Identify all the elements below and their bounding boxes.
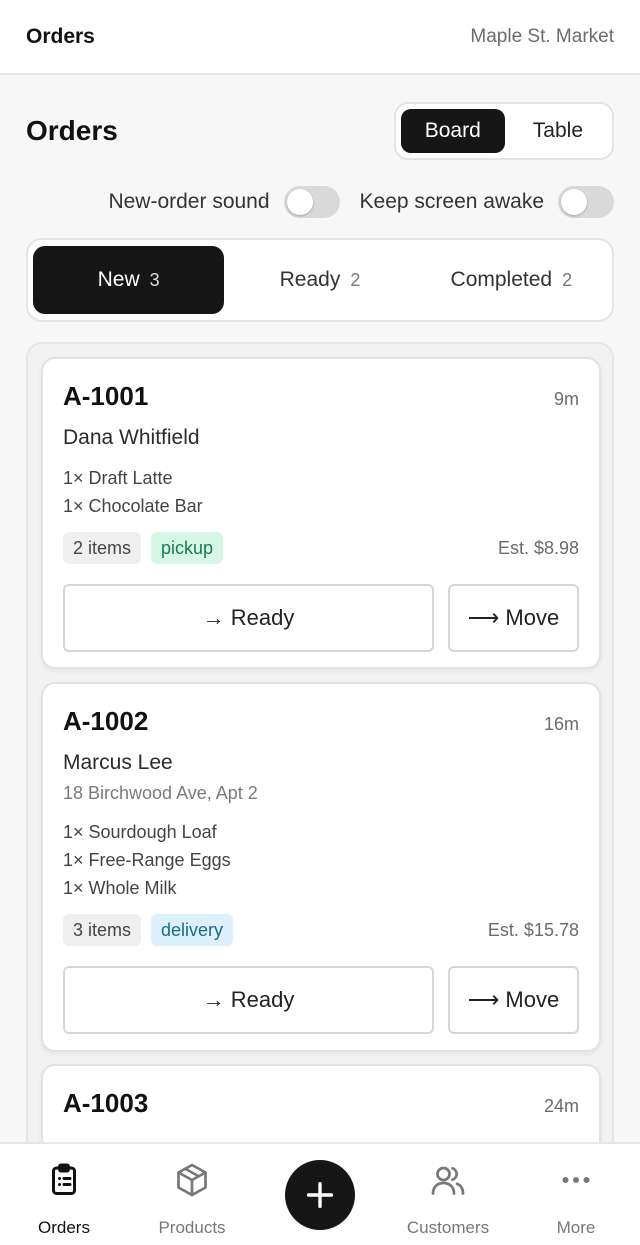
nav-products-label: Products	[158, 1218, 226, 1237]
clipboard-icon	[52, 1163, 76, 1195]
mark-ready-button[interactable]: → Ready	[63, 966, 434, 1034]
order-card[interactable]: A-1001 9m Dana Whitfield 1× Draft Latte …	[41, 357, 601, 669]
move-button[interactable]: ⟶ Move	[448, 584, 579, 652]
box-icon	[177, 1163, 207, 1197]
order-item: 1× Chocolate Bar	[63, 496, 203, 516]
app-title: Orders	[26, 24, 95, 48]
nav-products[interactable]: Products	[128, 1144, 256, 1245]
keep-screen-awake-switch[interactable]	[558, 186, 614, 218]
order-items: 1× Draft Latte 1× Chocolate Bar	[63, 464, 579, 520]
tab-new[interactable]: New 3	[33, 246, 225, 314]
order-item: 1× Whole Milk	[63, 878, 177, 898]
order-item: 1× Sourdough Loaf	[63, 822, 217, 842]
order-item: 1× Free-Range Eggs	[63, 850, 231, 870]
keep-screen-awake-label: Keep screen awake	[359, 190, 544, 213]
order-id: A-1001	[63, 381, 149, 411]
item-count-badge: 3 items	[63, 914, 142, 946]
store-name[interactable]: Maple St. Market	[470, 26, 614, 48]
nav-customers-label: Customers	[406, 1218, 490, 1237]
nav-orders-label: Orders	[38, 1218, 90, 1237]
order-id: A-1003	[63, 1088, 149, 1118]
nav-more-label: More	[556, 1218, 596, 1237]
order-card[interactable]: A-1002 16m Marcus Lee 18 Birchwood Ave, …	[41, 682, 601, 1052]
more-horizontal-icon	[562, 1177, 590, 1183]
view-table-button[interactable]: Table	[509, 109, 607, 153]
bottom-nav: Orders Products Customers More	[0, 1142, 640, 1245]
order-age: 24m	[543, 1096, 579, 1116]
order-age: 16m	[543, 714, 579, 734]
estimated-total: Est. $8.98	[497, 537, 579, 558]
nav-customers[interactable]: Customers	[384, 1144, 512, 1245]
view-toggle: Board Table	[393, 102, 614, 160]
tab-completed[interactable]: Completed 2	[416, 246, 607, 314]
orders-board[interactable]: A-1001 9m Dana Whitfield 1× Draft Latte …	[26, 342, 614, 1172]
order-item: 1× Draft Latte	[63, 468, 173, 488]
fab-container	[256, 1144, 384, 1245]
tab-new-label: New	[97, 268, 140, 291]
new-order-sound-switch[interactable]	[283, 186, 340, 218]
plus-icon	[306, 1181, 334, 1209]
order-items: 1× Sourdough Loaf 1× Free-Range Eggs 1× …	[63, 818, 579, 902]
move-button[interactable]: ⟶ Move	[448, 966, 579, 1034]
settings-toggles: New-order sound Keep screen awake	[108, 184, 614, 220]
top-bar: Orders Maple St. Market	[0, 0, 640, 75]
fulfillment-badge: delivery	[151, 914, 234, 946]
new-order-sound-label: New-order sound	[108, 190, 270, 213]
fulfillment-badge: pickup	[151, 532, 224, 564]
users-icon	[431, 1166, 465, 1195]
customer-name: Marcus Lee	[63, 751, 173, 774]
estimated-total: Est. $15.78	[487, 919, 579, 940]
page-title: Orders	[26, 115, 118, 146]
nav-more[interactable]: More	[512, 1144, 640, 1245]
mark-ready-button[interactable]: → Ready	[63, 584, 434, 652]
tab-completed-count: 2	[562, 269, 573, 290]
page-header: Orders Board Table	[26, 102, 614, 160]
add-order-button[interactable]	[285, 1160, 355, 1230]
order-id: A-1002	[63, 706, 149, 736]
tab-ready-label: Ready	[279, 268, 341, 291]
order-age: 9m	[553, 389, 579, 409]
customer-name: Dana Whitfield	[63, 426, 200, 449]
view-board-button[interactable]: Board	[400, 109, 505, 153]
status-tabs: New 3 Ready 2 Completed 2	[26, 238, 614, 322]
tab-completed-label: Completed	[450, 268, 553, 291]
delivery-address: 18 Birchwood Ave, Apt 2	[63, 783, 258, 803]
tab-ready-count: 2	[350, 269, 361, 290]
item-count-badge: 2 items	[63, 532, 142, 564]
nav-orders[interactable]: Orders	[0, 1144, 128, 1245]
tab-new-count: 3	[149, 269, 160, 290]
tab-ready[interactable]: Ready 2	[224, 246, 415, 314]
